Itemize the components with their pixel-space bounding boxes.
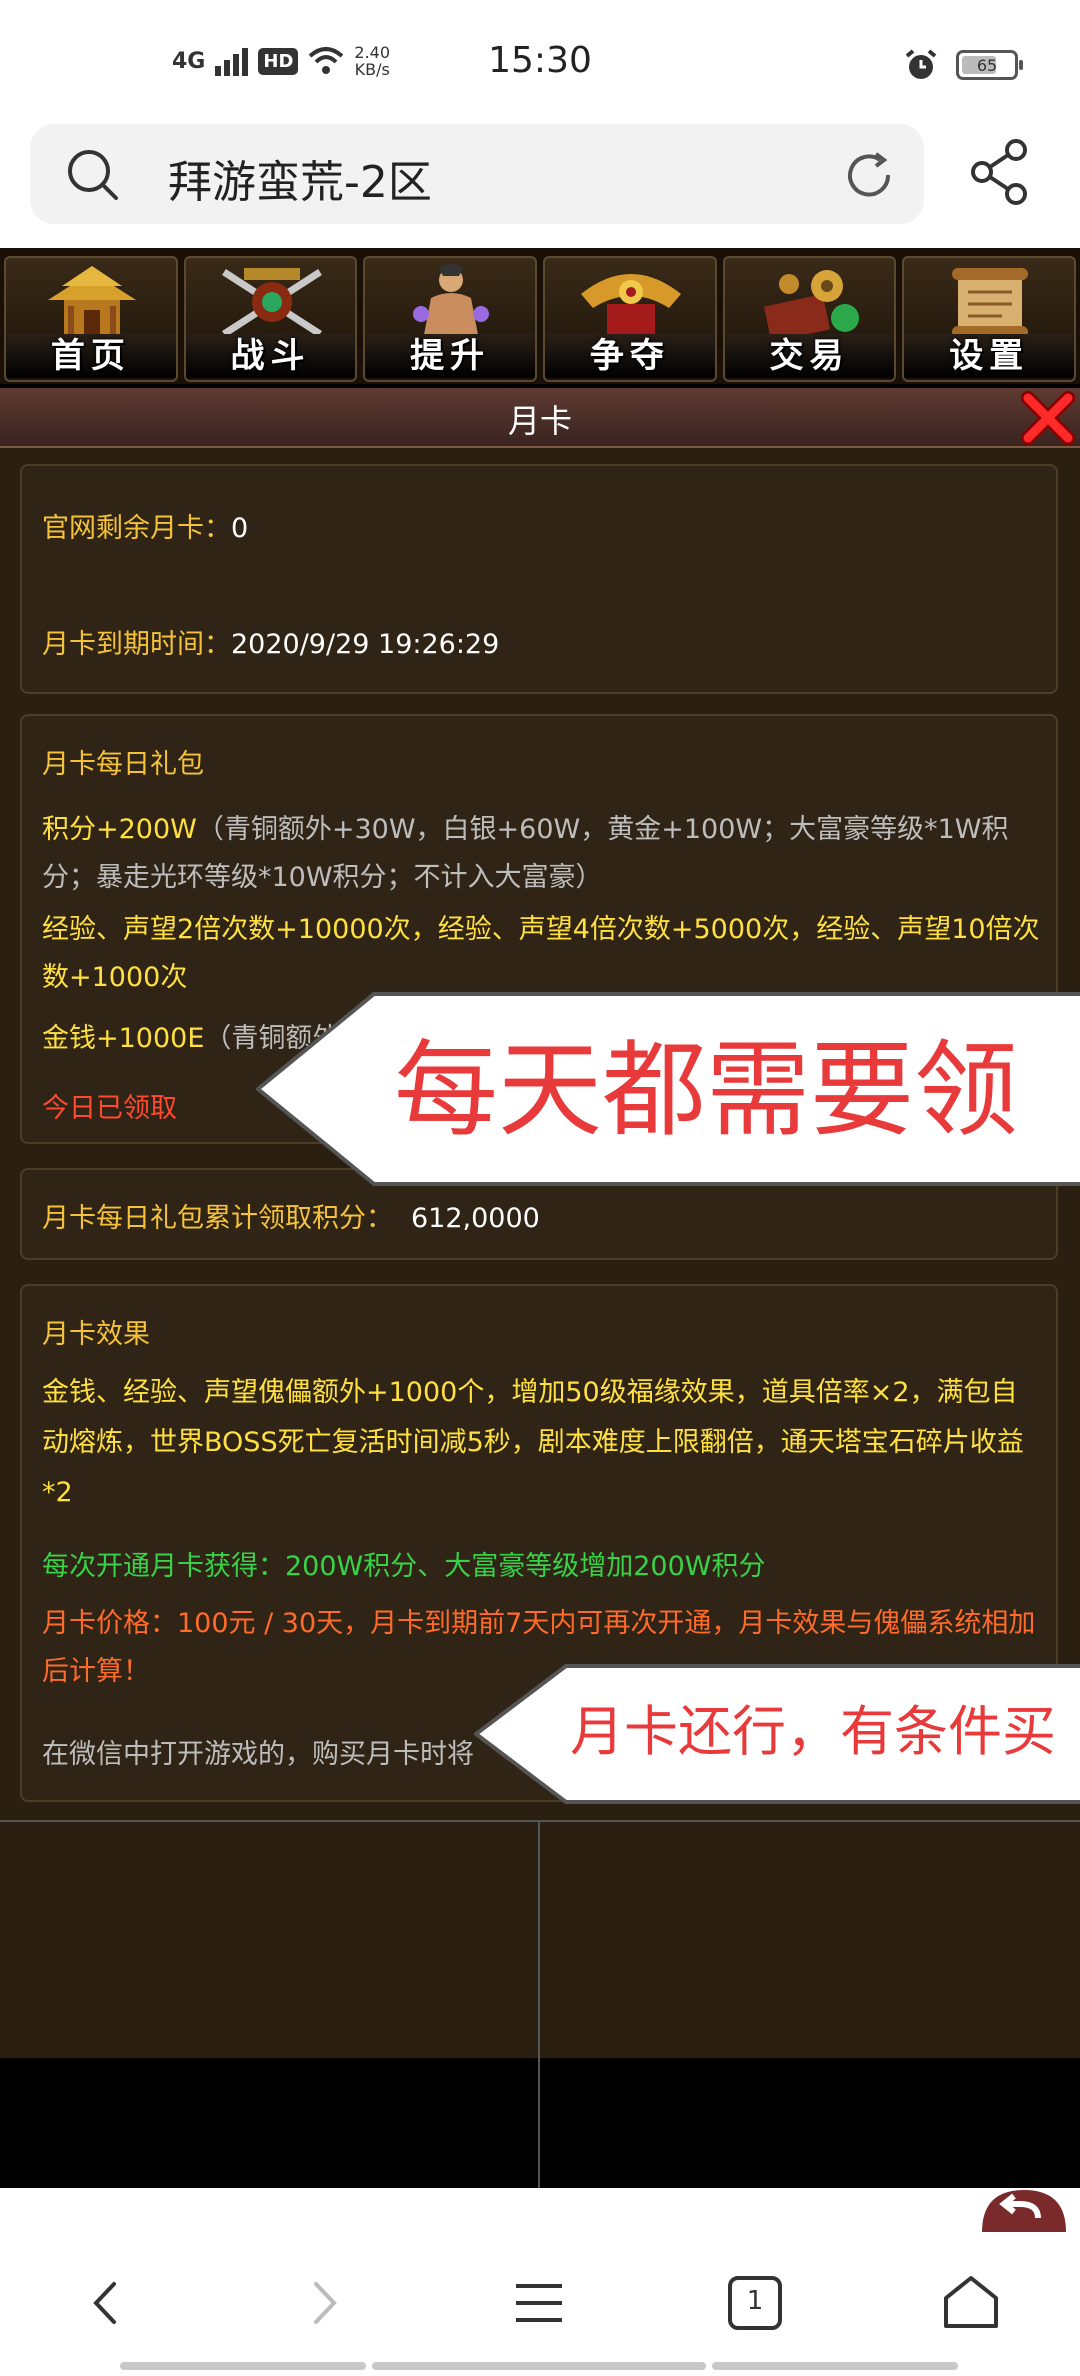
- nav-home[interactable]: 首页: [4, 256, 178, 382]
- panel-header: 月卡: [0, 388, 1080, 448]
- nav-label: 设置: [904, 334, 1075, 378]
- scroll-icon: [952, 268, 1029, 338]
- browser-bottom-nav: 1: [0, 2232, 1080, 2376]
- callout-conditional: 月卡还行，有条件买: [570, 1700, 1056, 1763]
- money-main: 金钱+1000E: [42, 1023, 205, 1054]
- alarm-icon: [905, 49, 937, 79]
- card-info-box: 官网剩余月卡：0 月卡到期时间：2020/9/29 19:26:29: [20, 464, 1058, 694]
- game-view: 首页 战斗 提升 争夺 交易 设置 月卡 官网剩余月卡：0 月卡到期时间：202…: [0, 248, 1080, 2190]
- claimed-status[interactable]: 今日已领取: [42, 1086, 177, 1125]
- purchase-bonus: 每次开通月卡获得：200W积分、大富豪等级增加200W积分: [42, 1551, 766, 1582]
- forward-icon[interactable]: [288, 2268, 358, 2338]
- nav-battle[interactable]: 战斗: [183, 256, 358, 382]
- accumulated-row: 月卡每日礼包累计领取积分： 612,0000: [42, 1196, 540, 1235]
- divider: [538, 1822, 540, 2190]
- nav-label: 提升: [365, 334, 536, 378]
- gesture-bar-segment: [712, 2362, 958, 2370]
- nav-label: 战斗: [185, 334, 356, 378]
- tabs-icon[interactable]: 1: [720, 2268, 790, 2338]
- remaining-value: 0: [231, 513, 249, 544]
- tab-count: 1: [746, 2286, 764, 2316]
- close-icon[interactable]: [1020, 390, 1076, 446]
- panel-title: 月卡: [507, 402, 572, 440]
- share-icon[interactable]: [968, 138, 1032, 206]
- game-footer-strip: [4, 2188, 1080, 2232]
- effects-desc: 金钱、经验、声望傀儡额外+1000个，增加50级福缘效果，道具倍率×2，满包自动…: [42, 1377, 1024, 1508]
- remaining-label: 官网剩余月卡：: [42, 513, 231, 544]
- back-icon[interactable]: [72, 2268, 142, 2338]
- nav-label: 首页: [6, 334, 176, 378]
- status-right: 65: [904, 48, 1023, 82]
- battery-icon: 65: [956, 50, 1023, 80]
- nav-upgrade[interactable]: 提升: [363, 256, 538, 382]
- menu-icon[interactable]: [504, 2268, 574, 2338]
- points-main: 积分+200W: [42, 814, 197, 845]
- divider: [0, 1820, 1080, 1822]
- game-nav-bar: 首页 战斗 提升 争夺 交易 设置: [0, 248, 1080, 384]
- expire-value: 2020/9/29 19:26:29: [231, 629, 500, 660]
- callout-daily: 每天都需要领: [394, 1029, 1019, 1151]
- nav-trade[interactable]: 交易: [722, 256, 897, 382]
- points-reward: 积分+200W（青铜额外+30W，白银+60W，黄金+100W；大富豪等级*1W…: [42, 806, 1042, 902]
- palace-icon: [48, 266, 136, 336]
- expire-label: 月卡到期时间：: [42, 629, 231, 660]
- accumulated-label: 月卡每日礼包累计领取积分：: [42, 1203, 393, 1234]
- effects-heading: 月卡效果: [42, 1319, 150, 1350]
- home-icon[interactable]: [936, 2268, 1006, 2338]
- warrior-icon: [413, 264, 490, 340]
- remaining-row: 官网剩余月卡：0: [42, 506, 248, 545]
- nav-contest[interactable]: 争夺: [543, 256, 717, 382]
- page-title[interactable]: 拜游蛮荒-2区: [168, 146, 432, 210]
- gesture-bar-segment: [120, 2362, 366, 2370]
- accumulated-value: 612,0000: [411, 1203, 540, 1234]
- gesture-bar-segment: [372, 2362, 706, 2370]
- back-arrow-icon[interactable]: [976, 2186, 1072, 2232]
- dragon-throne-icon: [581, 274, 682, 336]
- nav-label: 交易: [724, 334, 895, 378]
- daily-gift-heading: 月卡每日礼包: [42, 749, 204, 780]
- exp-reward: 经验、声望2倍次数+10000次，经验、声望4倍次数+5000次，经验、声望10…: [42, 914, 1040, 993]
- search-icon[interactable]: [66, 148, 120, 202]
- battery-level: 65: [976, 55, 998, 75]
- nav-label: 争夺: [545, 334, 715, 378]
- address-bar[interactable]: 拜游蛮荒-2区: [30, 124, 924, 224]
- nav-settings[interactable]: 设置: [902, 256, 1077, 382]
- expire-row: 月卡到期时间：2020/9/29 19:26:29: [42, 622, 499, 661]
- wechat-note: 在微信中打开游戏的，购买月卡时将: [42, 1739, 474, 1770]
- status-bar: 4G HD 2.40 KB/s 15:30 65: [0, 0, 1080, 120]
- treasure-icon: [763, 270, 859, 340]
- battle-icon: [221, 268, 322, 337]
- refresh-icon[interactable]: [842, 148, 896, 202]
